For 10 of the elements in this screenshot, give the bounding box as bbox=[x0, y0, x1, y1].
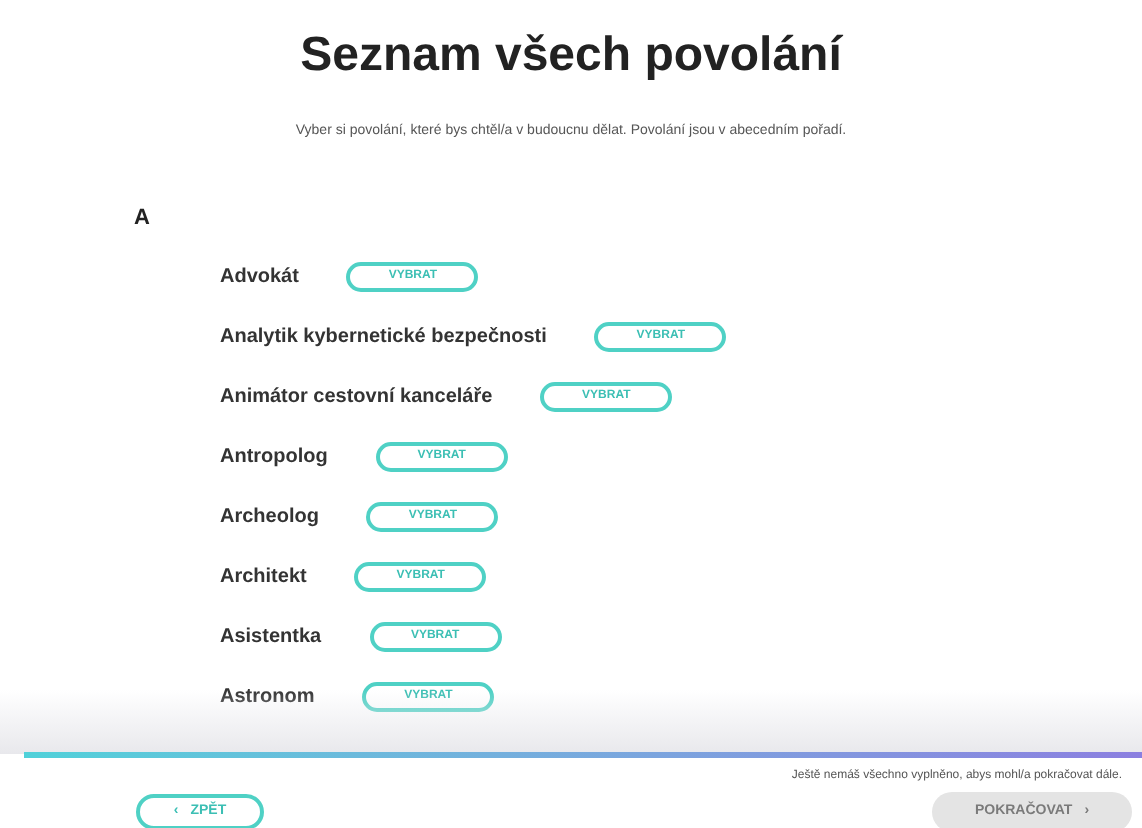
page-title: Seznam všech povolání bbox=[300, 26, 842, 86]
profession-name: Advokát bbox=[220, 264, 299, 292]
profession-name: Astronom bbox=[220, 684, 315, 712]
profession-name: Asistentka bbox=[220, 624, 322, 652]
profession-name: Analytik kybernetické bezpečnosti bbox=[220, 324, 547, 352]
profession-name: Animátor cestovní kanceláře bbox=[220, 384, 493, 412]
profession-name: Archeolog bbox=[220, 504, 319, 532]
profession-name: Antropolog bbox=[220, 444, 328, 472]
section-letter: A bbox=[134, 204, 152, 234]
profession-name: Architekt bbox=[220, 564, 307, 592]
